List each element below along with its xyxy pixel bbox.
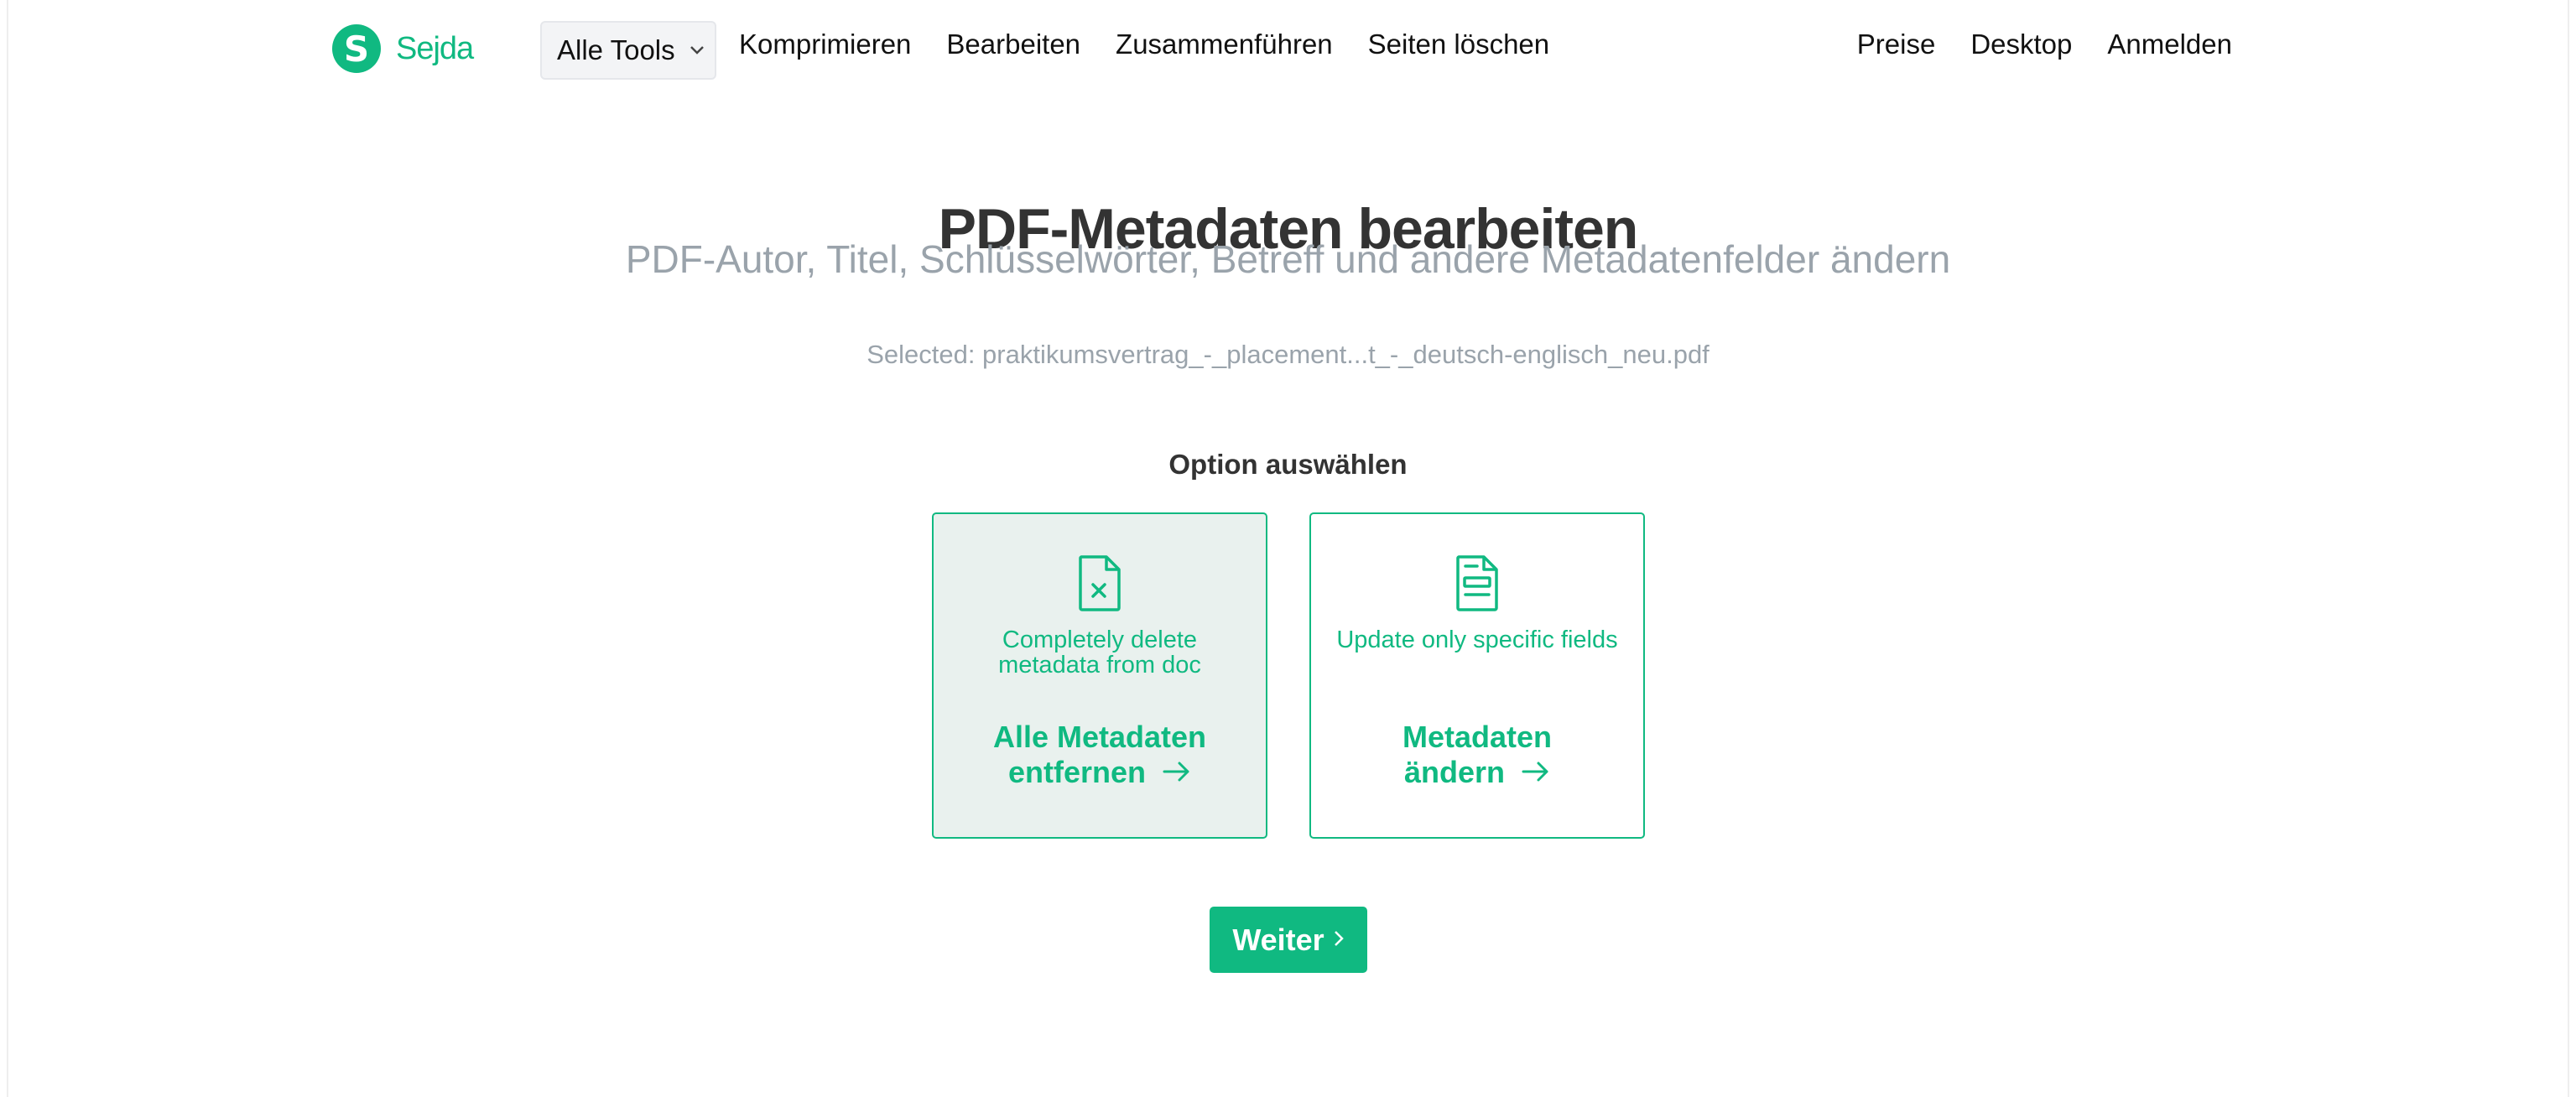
option-action-line2: ändern bbox=[1403, 755, 1506, 789]
sejda-logo[interactable]: S Sejda bbox=[332, 23, 474, 74]
chevron-right-icon bbox=[1333, 926, 1345, 954]
continue-button[interactable]: Weiter bbox=[1210, 907, 1367, 973]
page-subtitle: PDF-Autor, Titel, Schlüsselwörter, Betre… bbox=[625, 237, 1951, 281]
nav-link-edit[interactable]: Bearbeiten bbox=[946, 29, 1080, 60]
selected-file-label: Selected: praktikumsvertrag_-_placement.… bbox=[866, 340, 1710, 369]
option-action-line1: Metadaten bbox=[1402, 720, 1553, 754]
nav-link-merge[interactable]: Zusammenführen bbox=[1116, 29, 1333, 60]
option-action-line1: Alle Metadaten bbox=[992, 720, 1207, 754]
all-tools-dropdown[interactable]: Alle Tools bbox=[540, 21, 716, 80]
nav-link-delete-pages[interactable]: Seiten löschen bbox=[1368, 29, 1549, 60]
nav-link-compress[interactable]: Komprimieren bbox=[739, 29, 911, 60]
option-description: Completely delete metadata from doc bbox=[998, 626, 1201, 678]
option-description: Update only specific fields bbox=[1336, 626, 1618, 653]
continue-button-label: Weiter bbox=[1232, 922, 1324, 957]
arrow-right-icon bbox=[1163, 755, 1191, 790]
option-action-label: Alle Metadaten entfernen bbox=[950, 720, 1249, 790]
file-x-icon bbox=[934, 554, 1266, 611]
nav-link-pricing[interactable]: Preise bbox=[1857, 29, 1936, 60]
file-form-icon bbox=[1311, 554, 1643, 611]
chevron-down-icon bbox=[689, 39, 705, 61]
logo-mark: S bbox=[332, 24, 381, 73]
option-action-label: Metadaten ändern bbox=[1328, 720, 1626, 790]
nav-link-desktop[interactable]: Desktop bbox=[1970, 29, 2072, 60]
arrow-right-icon bbox=[1522, 755, 1550, 790]
nav-link-login[interactable]: Anmelden bbox=[2107, 29, 2232, 60]
top-navigation: S Sejda Alle Tools Komprimieren Bearbeit… bbox=[0, 0, 2576, 99]
account-nav: Preise Desktop Anmelden bbox=[1857, 29, 2232, 60]
option-heading: Option auswählen bbox=[1168, 449, 1408, 480]
option-card-remove-all-metadata[interactable]: Completely delete metadata from doc Alle… bbox=[932, 512, 1267, 839]
option-card-change-metadata[interactable]: Update only specific fields Metadaten än… bbox=[1309, 512, 1645, 839]
all-tools-label: Alle Tools bbox=[557, 34, 675, 65]
logo-text: Sejda bbox=[396, 30, 474, 66]
main-nav: Komprimieren Bearbeiten Zusammenführen S… bbox=[739, 29, 1549, 60]
option-action-line2: entfernen bbox=[1007, 755, 1147, 789]
